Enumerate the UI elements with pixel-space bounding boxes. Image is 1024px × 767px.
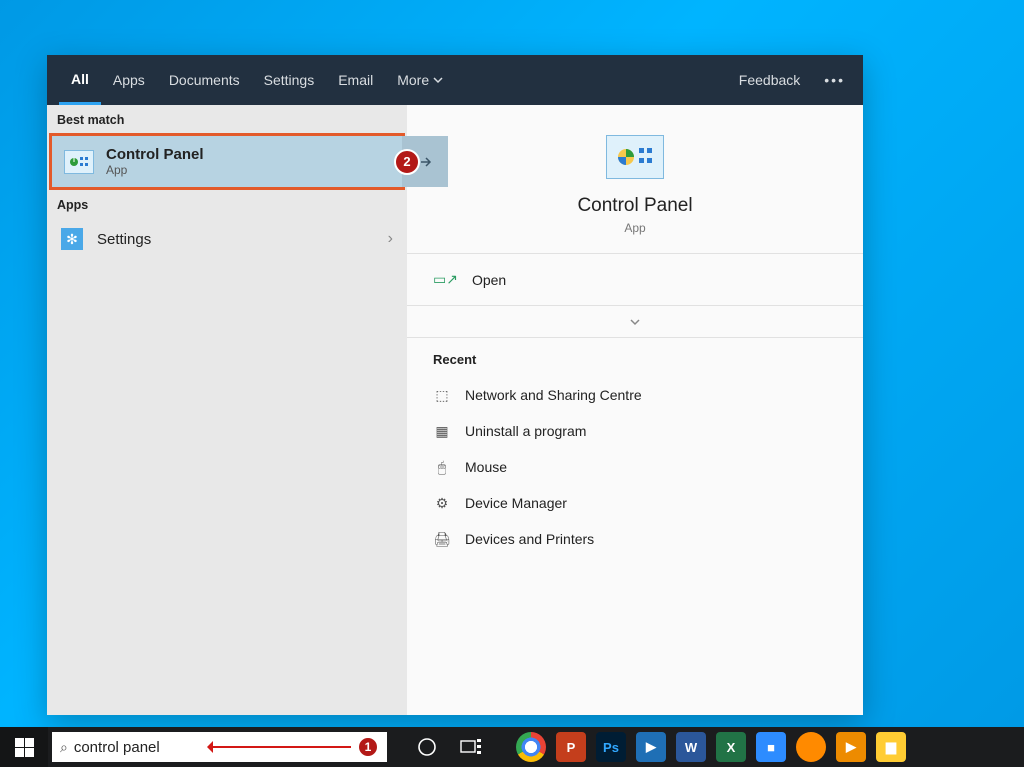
recent-item-label: Network and Sharing Centre xyxy=(465,387,642,403)
control-panel-icon xyxy=(64,150,94,174)
expand-actions-button[interactable] xyxy=(407,306,863,338)
network-icon: ⬚ xyxy=(433,387,451,404)
taskbar-app-chrome[interactable] xyxy=(516,732,546,762)
recent-mouse[interactable]: 🖱 Mouse xyxy=(433,449,837,485)
printer-icon: 🖨 xyxy=(433,531,451,548)
tab-settings[interactable]: Settings xyxy=(252,55,327,105)
recent-uninstall-program[interactable]: ▦ Uninstall a program xyxy=(433,413,837,449)
open-action[interactable]: ▭↗ Open xyxy=(407,254,863,306)
results-column: Best match Control Panel App 2 Apps ✻ Se… xyxy=(47,105,407,715)
tab-all[interactable]: All xyxy=(59,55,101,105)
programs-icon: ▦ xyxy=(433,423,451,440)
taskbar-search-box[interactable]: ⌕ 1 xyxy=(52,732,387,762)
taskbar-app-video-editor[interactable]: ▶ xyxy=(636,732,666,762)
search-filter-tabs: All Apps Documents Settings Email More F… xyxy=(47,55,863,105)
open-icon: ▭↗ xyxy=(433,271,458,288)
tab-apps[interactable]: Apps xyxy=(101,55,157,105)
recent-item-label: Device Manager xyxy=(465,495,567,511)
taskbar-pinned-apps: P Ps ▶ W X ■ ▶ ▆ xyxy=(511,727,911,767)
taskbar-app-powerpoint[interactable]: P xyxy=(556,732,586,762)
cortana-button[interactable] xyxy=(405,727,449,767)
recent-network-sharing[interactable]: ⬚ Network and Sharing Centre xyxy=(433,377,837,413)
preview-title: Control Panel xyxy=(577,195,692,217)
recent-item-label: Mouse xyxy=(465,459,507,475)
chevron-down-icon xyxy=(433,75,443,85)
preview-subtitle: App xyxy=(624,221,645,235)
start-search-panel: All Apps Documents Settings Email More F… xyxy=(47,55,863,715)
recent-heading: Recent xyxy=(433,352,837,367)
gear-icon: ✻ xyxy=(61,228,83,250)
recent-device-manager[interactable]: ⚙ Device Manager xyxy=(433,485,837,521)
taskbar-app-media-player[interactable]: ▶ xyxy=(836,732,866,762)
annotation-badge-1: 1 xyxy=(357,736,379,758)
recent-devices-printers[interactable]: 🖨 Devices and Printers xyxy=(433,521,837,557)
tab-documents[interactable]: Documents xyxy=(157,55,252,105)
circle-icon xyxy=(417,737,437,757)
open-label: Open xyxy=(472,272,506,288)
recent-item-label: Uninstall a program xyxy=(465,423,586,439)
taskbar-app-excel[interactable]: X xyxy=(716,732,746,762)
taskbar-app-word[interactable]: W xyxy=(676,732,706,762)
search-icon: ⌕ xyxy=(60,739,68,756)
start-button[interactable] xyxy=(0,727,48,767)
result-settings[interactable]: ✻ Settings › xyxy=(47,218,407,260)
result-settings-label: Settings xyxy=(97,231,151,248)
recent-item-label: Devices and Printers xyxy=(465,531,594,547)
chevron-right-icon: › xyxy=(388,230,393,248)
taskbar-app-photoshop[interactable]: Ps xyxy=(596,732,626,762)
best-match-heading: Best match xyxy=(47,105,407,133)
preview-pane: Control Panel App ▭↗ Open Recent ⬚ Networ… xyxy=(407,105,863,715)
taskbar-app-firefox[interactable] xyxy=(796,732,826,762)
result-control-panel[interactable]: Control Panel App 2 xyxy=(49,133,405,190)
chevron-down-icon xyxy=(628,315,642,329)
device-manager-icon: ⚙ xyxy=(433,495,451,512)
taskbar-app-file-explorer[interactable]: ▆ xyxy=(876,732,906,762)
taskbar-app-zoom[interactable]: ■ xyxy=(756,732,786,762)
tab-email[interactable]: Email xyxy=(326,55,385,105)
control-panel-icon xyxy=(606,135,664,179)
tab-more-label: More xyxy=(397,72,429,88)
apps-heading: Apps xyxy=(47,190,407,218)
mouse-icon: 🖱 xyxy=(433,459,451,476)
tab-more[interactable]: More xyxy=(385,55,455,105)
more-options-button[interactable]: ••• xyxy=(818,55,851,105)
windows-logo-icon xyxy=(15,738,34,757)
annotation-badge-2: 2 xyxy=(394,149,420,175)
task-view-button[interactable] xyxy=(449,727,493,767)
task-view-icon xyxy=(460,738,482,756)
annotation-arrow xyxy=(211,746,351,748)
result-subtitle: App xyxy=(106,163,204,177)
taskbar: ⌕ 1 P Ps ▶ W X ■ ▶ ▆ xyxy=(0,727,1024,767)
result-title: Control Panel xyxy=(106,146,204,163)
feedback-link[interactable]: Feedback xyxy=(727,55,812,105)
